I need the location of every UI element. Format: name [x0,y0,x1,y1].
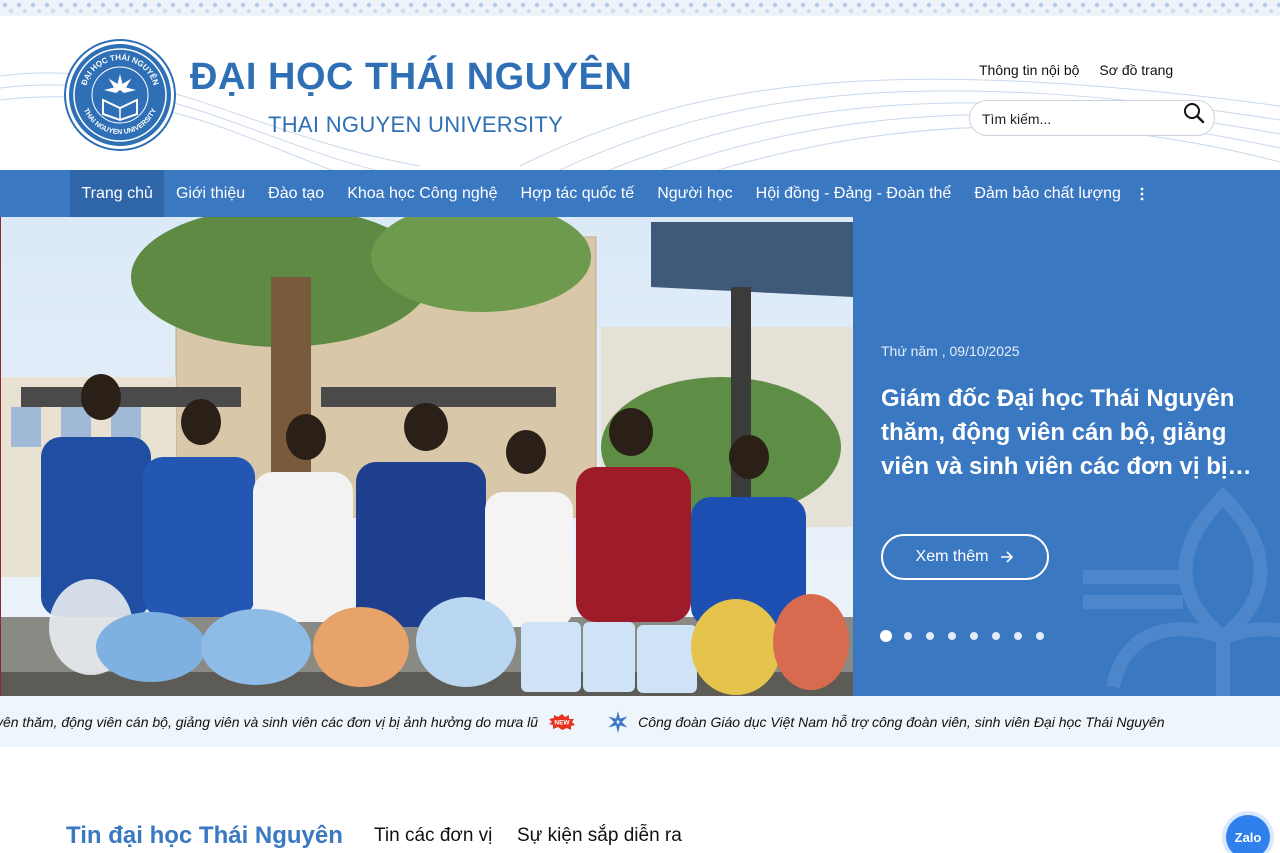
sitemap-link[interactable]: Sơ đồ trang [1099,62,1173,78]
nav-item-learners[interactable]: Người học [646,170,744,217]
new-badge-text: NEW [554,719,570,726]
nav-item-quality-assurance[interactable]: Đảm bảo chất lượng [963,170,1133,217]
nav-items: Trang chủ Giới thiệu Đào tạo Khoa học Cô… [70,170,1152,217]
news-ticker: Giám đốc Đại học Thái Nguyên thăm, động … [0,696,1280,747]
nav-item-international-cooperation[interactable]: Hợp tác quốc tế [509,170,646,217]
hero-title[interactable]: Giám đốc Đại học Thái Nguyên thăm, động … [881,382,1261,484]
slider-dot[interactable] [992,632,1000,640]
search-input[interactable] [982,109,1182,129]
university-seal-logo[interactable]: ĐẠI HỌC THÁI NGUYÊN THAI NGUYEN UNIVERSI… [66,41,174,149]
hero-caption-panel: Thứ năm , 09/10/2025 Giám đốc Đại học Th… [853,217,1280,696]
read-more-label: Xem thêm [915,548,989,565]
ticker-item[interactable]: Giám đốc Đại học Thái Nguyên thăm, động … [0,714,538,730]
tab-unit-news[interactable]: Tin các đơn vị [374,825,492,847]
search-box [969,100,1215,136]
slider-dots [880,630,1058,642]
nav-item-council-party-union[interactable]: Hội đồng - Đảng - Đoàn thể [744,170,963,217]
slider-dot[interactable] [926,632,934,640]
decorative-pattern-strip [0,0,1280,16]
hero-photo[interactable] [0,217,853,696]
snowflake-flower-icon [608,710,628,733]
site-header: ĐẠI HỌC THÁI NGUYÊN THAI NGUYEN UNIVERSI… [0,16,1280,170]
news-section-title[interactable]: Tin đại học Thái Nguyên [66,822,343,850]
slider-dot[interactable] [1014,632,1022,640]
arrow-right-icon [1001,551,1014,563]
slider-dot[interactable] [904,632,912,640]
more-vertical-icon[interactable] [1132,170,1152,217]
nav-item-science-technology[interactable]: Khoa học Công nghệ [336,170,509,217]
zalo-chat-button[interactable]: Zalo [1226,815,1270,853]
page: ĐẠI HỌC THÁI NGUYÊN THAI NGUYEN UNIVERSI… [0,0,1280,853]
tab-upcoming-events[interactable]: Sự kiện sắp diễn ra [517,825,682,847]
slider-dot[interactable] [948,632,956,640]
top-links: Thông tin nội bộ Sơ đồ trang [979,62,1173,78]
nav-item-about[interactable]: Giới thiệu [164,170,256,217]
ticker-item[interactable]: Công đoàn Giáo dục Việt Nam hỗ trợ công … [638,714,1165,730]
slider-dot[interactable] [1036,632,1044,640]
slider-dot[interactable] [970,632,978,640]
new-badge-icon: NEW [549,713,576,730]
main-navigation: Trang chủ Giới thiệu Đào tạo Khoa học Cô… [0,170,1280,217]
nav-item-training[interactable]: Đào tạo [257,170,336,217]
ticker-track: Giám đốc Đại học Thái Nguyên thăm, động … [0,696,1165,747]
hero-slider: Thứ năm , 09/10/2025 Giám đốc Đại học Th… [0,217,1280,696]
search-icon[interactable] [1182,101,1206,125]
brand-name-english: THAI NGUYEN UNIVERSITY [268,112,564,137]
hero-date: Thứ năm , 09/10/2025 [881,343,1020,359]
internal-info-link[interactable]: Thông tin nội bộ [979,62,1079,78]
slider-dot[interactable] [880,630,892,642]
read-more-button[interactable]: Xem thêm [881,534,1049,580]
nav-item-home[interactable]: Trang chủ [70,170,165,217]
brand-name-vietnamese: ĐẠI HỌC THÁI NGUYÊN [190,56,633,98]
